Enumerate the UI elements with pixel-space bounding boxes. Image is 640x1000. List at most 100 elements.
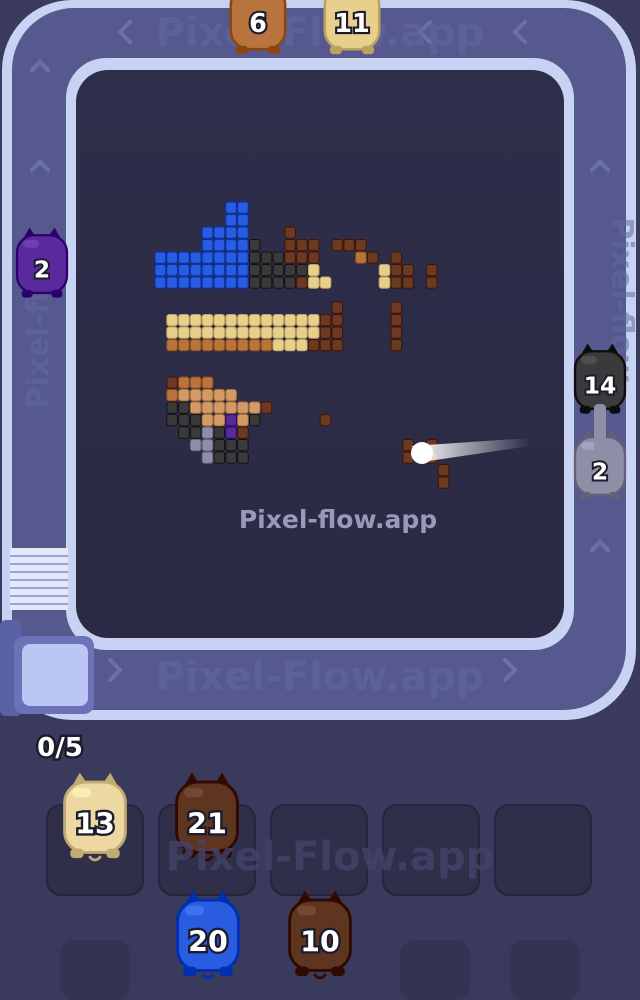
tray-slot-5[interactable] xyxy=(494,804,592,896)
pixel-block xyxy=(248,401,261,414)
pixel-block xyxy=(237,264,249,277)
pixel-block xyxy=(237,226,249,239)
game-board xyxy=(76,70,564,638)
pixel-block xyxy=(201,376,214,389)
pixel-block xyxy=(189,251,202,264)
pixel-block xyxy=(402,264,414,277)
pixel-block xyxy=(213,264,226,277)
pixel-block xyxy=(237,214,249,227)
pixel-block xyxy=(248,326,261,339)
pixel-block xyxy=(213,426,226,439)
pixel-block xyxy=(213,389,226,402)
pixel-block xyxy=(178,326,190,339)
pig-count: 13 xyxy=(75,807,115,840)
pixel-block xyxy=(178,414,190,427)
pixel-block xyxy=(319,314,332,327)
conveyor-pig-right-top[interactable]: 14 xyxy=(573,343,627,414)
pixel-block xyxy=(237,251,249,264)
pixel-block xyxy=(284,326,296,339)
pixel-block xyxy=(237,426,249,439)
pixel-block xyxy=(201,439,214,452)
pixel-block xyxy=(166,251,178,264)
pixel-block xyxy=(307,339,320,352)
pixel-block xyxy=(166,389,178,402)
pixel-block xyxy=(260,251,273,264)
pixel-block xyxy=(284,339,296,352)
pixel-block xyxy=(237,326,249,339)
pixel-block xyxy=(189,414,202,427)
watermark-conveyor-top: Pixel-Flow.app xyxy=(156,10,485,56)
pixel-block xyxy=(319,326,332,339)
pixel-block xyxy=(390,251,403,264)
pixel-block xyxy=(437,476,450,489)
pixel-block xyxy=(225,426,237,439)
pig-link xyxy=(594,404,606,456)
pixel-block xyxy=(272,251,285,264)
pixel-block xyxy=(248,414,261,427)
queue-pig-2[interactable]: 10 xyxy=(288,890,352,980)
pixel-block xyxy=(284,314,296,327)
pixel-block xyxy=(154,276,167,289)
pixel-block xyxy=(260,401,273,414)
pixel-block xyxy=(237,451,249,464)
pig-count: 10 xyxy=(300,925,340,958)
pixel-block xyxy=(178,401,190,414)
pixel-block xyxy=(178,389,190,402)
pixel-block xyxy=(237,401,249,414)
pixel-block xyxy=(272,339,285,352)
pixel-block xyxy=(178,251,190,264)
conveyor-pig-top-right[interactable]: 11 xyxy=(323,0,381,55)
pixel-block xyxy=(189,339,202,352)
pixel-block xyxy=(248,314,261,327)
pixel-block xyxy=(201,276,214,289)
pixel-block xyxy=(166,339,178,352)
pixel-block xyxy=(189,401,202,414)
pixel-block xyxy=(201,426,214,439)
conveyor-pig-top-left[interactable]: 6 xyxy=(229,0,287,55)
pixel-block xyxy=(248,276,261,289)
pixel-block xyxy=(260,264,273,277)
pixel-block xyxy=(248,239,261,252)
pixel-block xyxy=(390,339,403,352)
pixel-block xyxy=(189,426,202,439)
pixel-block xyxy=(296,326,308,339)
queue-pig-1[interactable]: 20 xyxy=(176,890,240,980)
pixel-block xyxy=(260,339,273,352)
pixel-block xyxy=(307,251,320,264)
pixel-block xyxy=(189,376,202,389)
pixel-block xyxy=(319,414,332,427)
pixel-block xyxy=(425,264,438,277)
conveyor-pig-left[interactable]: 2 xyxy=(15,227,69,298)
pixel-block xyxy=(272,276,285,289)
pixel-block xyxy=(201,389,214,402)
pixel-block xyxy=(178,276,190,289)
pixel-block xyxy=(213,226,226,239)
pixel-block xyxy=(237,276,249,289)
queue-counter: 0/5 xyxy=(37,733,83,763)
pixel-block xyxy=(201,251,214,264)
pixel-block xyxy=(166,276,178,289)
pixel-block xyxy=(213,451,226,464)
pixel-block xyxy=(248,264,261,277)
pixel-block xyxy=(437,464,450,477)
pixel-block xyxy=(225,226,237,239)
pixel-block xyxy=(260,276,273,289)
pixel-block xyxy=(260,326,273,339)
pixel-block xyxy=(272,314,285,327)
tray-pig-1[interactable]: 13 xyxy=(63,772,127,862)
watermark-main: Pixel-flow.app xyxy=(239,505,437,534)
pixel-block xyxy=(307,326,320,339)
pixel-block xyxy=(378,264,391,277)
pixel-block xyxy=(201,451,214,464)
pig-count: 11 xyxy=(334,9,370,39)
pixel-block xyxy=(248,251,261,264)
pixel-block xyxy=(225,389,237,402)
pixel-block xyxy=(390,276,403,289)
pixel-block xyxy=(366,251,379,264)
pixel-block xyxy=(213,339,226,352)
pixel-block xyxy=(343,239,355,252)
pixel-block xyxy=(296,339,308,352)
pixel-block xyxy=(213,276,226,289)
pixel-block xyxy=(355,239,367,252)
pixel-block xyxy=(237,201,249,214)
